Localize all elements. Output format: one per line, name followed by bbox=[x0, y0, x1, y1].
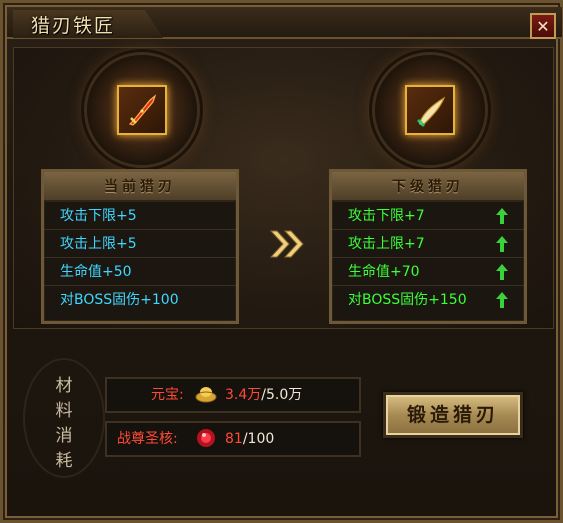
cost-value: 81/100 bbox=[225, 423, 274, 455]
next-stats-header: 下级猎刃 bbox=[332, 172, 524, 202]
gold-blade-icon bbox=[416, 96, 446, 128]
next-stat-label: 攻击下限+7 bbox=[348, 208, 425, 224]
up-arrow-icon bbox=[496, 264, 508, 280]
close-icon: ✕ bbox=[536, 16, 550, 36]
red-gem-icon bbox=[197, 429, 215, 447]
cost-have: 81 bbox=[225, 431, 243, 447]
cost-need: /5.0万 bbox=[261, 387, 303, 403]
cost-value: 3.4万/5.0万 bbox=[225, 379, 302, 411]
cost-row-gold: 元宝: 3.4万/5.0万 bbox=[105, 377, 361, 413]
current-blade-slot[interactable] bbox=[117, 85, 167, 135]
window-title: 猎刃铁匠 bbox=[31, 15, 116, 37]
forge-button[interactable]: 锻造猎刃 bbox=[383, 392, 523, 438]
current-stat-row: 对BOSS固伤+100 bbox=[60, 292, 179, 308]
next-stat-label: 攻击上限+7 bbox=[348, 236, 425, 252]
current-stat-row: 攻击下限+5 bbox=[44, 202, 236, 230]
materials-label-char: 耗 bbox=[55, 451, 73, 471]
materials-label-char: 料 bbox=[55, 401, 73, 421]
cost-need: /100 bbox=[242, 431, 275, 447]
current-stats-box: 当前猎刃 攻击下限+5 攻击上限+5 生命值+50 对BOSS固伤+100 bbox=[41, 169, 239, 324]
title-bar: 猎刃铁匠 ✕ bbox=[7, 7, 562, 39]
next-stat-label: 生命值+70 bbox=[348, 264, 420, 280]
next-stat-row: 生命值+70 bbox=[332, 258, 524, 286]
red-blade-icon bbox=[128, 94, 157, 126]
close-button[interactable]: ✕ bbox=[530, 13, 556, 39]
materials-label: 材 料 消 耗 bbox=[45, 371, 83, 471]
cost-row-core: 战尊圣核: 81/100 bbox=[105, 421, 361, 457]
materials-label-char: 材 bbox=[55, 376, 73, 396]
up-arrow-icon bbox=[496, 292, 508, 308]
up-arrow-icon bbox=[496, 208, 508, 224]
upgrade-arrow-icon bbox=[269, 229, 305, 263]
gold-ingot-icon bbox=[195, 387, 217, 403]
up-arrow-icon bbox=[496, 236, 508, 252]
next-stat-label: 对BOSS固伤+150 bbox=[348, 292, 467, 308]
cost-name: 元宝: bbox=[151, 387, 184, 403]
next-stat-row: 攻击下限+7 bbox=[332, 202, 524, 230]
blacksmith-window: 猎刃铁匠 ✕ 当前猎刃 攻击下限+5 攻击上限+5 生命值+50 对BOSS固伤… bbox=[0, 0, 563, 523]
materials-label-char: 消 bbox=[55, 426, 73, 446]
current-stat-row: 攻击上限+5 bbox=[44, 230, 236, 258]
next-stat-row: 对BOSS固伤+150 bbox=[332, 286, 524, 314]
cost-have: 3.4万 bbox=[225, 387, 262, 403]
current-stat-row: 生命值+50 bbox=[44, 258, 236, 286]
next-stat-row: 攻击上限+7 bbox=[332, 230, 524, 258]
next-stats-box: 下级猎刃 攻击下限+7 攻击上限+7 生命值+70 对BOSS固伤+150 bbox=[329, 169, 527, 324]
next-blade-slot[interactable] bbox=[405, 85, 455, 135]
current-stats-header: 当前猎刃 bbox=[44, 172, 236, 202]
cost-name: 战尊圣核: bbox=[117, 431, 178, 447]
